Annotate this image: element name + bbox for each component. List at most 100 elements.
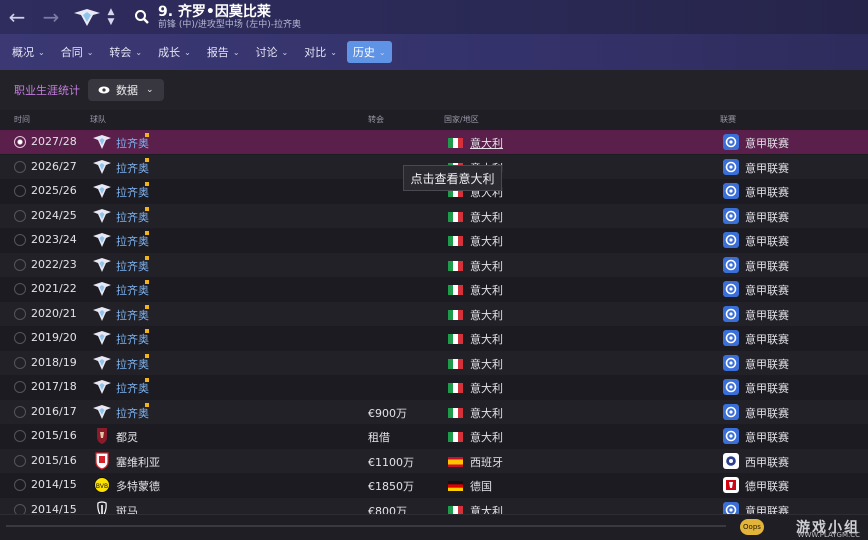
- league-link[interactable]: 意甲联赛: [745, 233, 789, 249]
- row-radio-button[interactable]: [14, 136, 26, 148]
- serie-a-icon[interactable]: [723, 501, 739, 514]
- league-link[interactable]: 意甲联赛: [745, 356, 789, 372]
- club-link[interactable]: 拉齐奥: [116, 380, 149, 396]
- sevilla-crest-icon[interactable]: [92, 451, 112, 470]
- column-team[interactable]: 球队: [90, 114, 106, 125]
- row-radio-button[interactable]: [14, 283, 26, 295]
- serie-a-icon[interactable]: [723, 379, 739, 395]
- torino-crest-icon[interactable]: [92, 427, 112, 445]
- juventus-crest-icon[interactable]: [92, 500, 112, 514]
- serie-a-icon[interactable]: [723, 403, 739, 420]
- country-link[interactable]: 意大利: [470, 356, 503, 372]
- country-link[interactable]: 意大利: [470, 258, 503, 274]
- league-link[interactable]: 意甲联赛: [745, 160, 789, 176]
- country-link[interactable]: 意大利: [470, 135, 503, 151]
- table-row[interactable]: 2015/16 都灵 租借 意大利 意甲联赛: [0, 424, 868, 448]
- row-radio-button[interactable]: [14, 160, 26, 173]
- row-radio-button[interactable]: [14, 405, 26, 418]
- country-link[interactable]: 德国: [470, 478, 492, 494]
- serie-a-icon[interactable]: [723, 330, 739, 346]
- club-link[interactable]: 拉齐奥: [116, 282, 149, 298]
- club-link[interactable]: 拉齐奥: [116, 135, 149, 151]
- table-row[interactable]: 2015/16 塞维利亚 €1100万 西班牙 西甲联赛: [0, 448, 868, 473]
- club-link[interactable]: 斑马: [116, 503, 138, 515]
- club-link[interactable]: 拉齐奥: [116, 184, 149, 200]
- club-link[interactable]: 拉齐奥: [116, 331, 149, 347]
- tab-5[interactable]: 讨论 ⌄: [250, 41, 295, 63]
- forward-arrow-icon[interactable]: →: [34, 0, 68, 34]
- league-link[interactable]: 意甲联赛: [745, 429, 789, 445]
- serie-a-icon[interactable]: [723, 207, 739, 224]
- row-radio-button[interactable]: [14, 185, 26, 197]
- club-link[interactable]: 拉齐奥: [116, 405, 149, 421]
- table-row[interactable]: 2024/25 拉齐奥 意大利 意甲联赛: [0, 203, 868, 228]
- league-link[interactable]: 意甲联赛: [745, 307, 789, 323]
- serie-a-icon[interactable]: [723, 305, 739, 322]
- row-radio-button[interactable]: [14, 307, 26, 320]
- serie-a-icon[interactable]: [723, 256, 739, 273]
- column-country[interactable]: 国家/地区: [444, 114, 479, 125]
- club-link[interactable]: 拉齐奥: [116, 209, 149, 225]
- country-link[interactable]: 意大利: [470, 282, 503, 298]
- country-link[interactable]: 意大利: [470, 233, 503, 249]
- lazio-crest-icon[interactable]: [92, 182, 112, 200]
- row-radio-button[interactable]: [14, 479, 26, 491]
- club-link[interactable]: 拉齐奥: [116, 356, 149, 372]
- lazio-crest-icon[interactable]: [92, 158, 112, 176]
- league-link[interactable]: 意甲联赛: [745, 503, 789, 515]
- table-row[interactable]: 2016/17 拉齐奥 €900万 意大利 意甲联赛: [0, 399, 868, 424]
- serie-a-icon[interactable]: [723, 134, 739, 150]
- club-link[interactable]: 塞维利亚: [116, 454, 160, 470]
- table-row[interactable]: 2027/28 拉齐奥 意大利 意甲联赛: [0, 130, 868, 154]
- table-row[interactable]: 2017/18 拉齐奥 意大利 意甲联赛: [0, 375, 868, 399]
- player-switch-icon[interactable]: ▲ ▼: [104, 7, 118, 27]
- tab-4[interactable]: 报告 ⌄: [201, 41, 246, 63]
- club-link[interactable]: 拉齐奥: [116, 233, 149, 249]
- league-link[interactable]: 意甲联赛: [745, 331, 789, 347]
- row-radio-button[interactable]: [14, 332, 26, 344]
- table-row[interactable]: 2020/21 拉齐奥 意大利 意甲联赛: [0, 301, 868, 326]
- club-link[interactable]: 拉齐奥: [116, 258, 149, 274]
- row-radio-button[interactable]: [14, 209, 26, 222]
- row-radio-button[interactable]: [14, 258, 26, 271]
- serie-a-icon[interactable]: [723, 232, 739, 248]
- league-link[interactable]: 意甲联赛: [745, 184, 789, 200]
- lazio-crest-icon[interactable]: [92, 133, 112, 151]
- country-link[interactable]: 西班牙: [470, 454, 503, 470]
- la-liga-icon[interactable]: [723, 452, 739, 469]
- table-row[interactable]: 2023/24 拉齐奥 意大利 意甲联赛: [0, 228, 868, 252]
- tab-1[interactable]: 合同 ⌄: [55, 41, 100, 63]
- lazio-crest-icon[interactable]: [92, 256, 112, 274]
- bundesliga-icon[interactable]: [723, 477, 739, 493]
- league-link[interactable]: 意甲联赛: [745, 209, 789, 225]
- dortmund-crest-icon[interactable]: BVB: [92, 476, 112, 494]
- horizontal-scrollbar[interactable]: [6, 525, 726, 527]
- row-radio-button[interactable]: [14, 234, 26, 246]
- row-radio-button[interactable]: [14, 430, 26, 442]
- league-link[interactable]: 意甲联赛: [745, 135, 789, 151]
- country-link[interactable]: 意大利: [470, 503, 503, 515]
- country-link[interactable]: 意大利: [470, 307, 503, 323]
- club-link[interactable]: 拉齐奥: [116, 307, 149, 323]
- league-link[interactable]: 意甲联赛: [745, 258, 789, 274]
- tab-7[interactable]: 历史 ⌄: [346, 41, 392, 63]
- tab-2[interactable]: 转会 ⌄: [103, 41, 148, 63]
- lazio-crest-icon[interactable]: [92, 280, 112, 298]
- league-link[interactable]: 德甲联赛: [745, 478, 789, 494]
- back-arrow-icon[interactable]: ←: [0, 0, 34, 34]
- lazio-crest-icon[interactable]: [92, 354, 112, 372]
- country-link[interactable]: 意大利: [470, 331, 503, 347]
- lazio-crest-icon[interactable]: [92, 329, 112, 347]
- league-link[interactable]: 意甲联赛: [745, 282, 789, 298]
- lazio-crest-icon[interactable]: [92, 403, 112, 421]
- serie-a-icon[interactable]: [723, 183, 739, 199]
- column-transfer[interactable]: 转会: [368, 114, 384, 125]
- lazio-crest-icon[interactable]: [92, 305, 112, 323]
- serie-a-icon[interactable]: [723, 158, 739, 175]
- tab-0[interactable]: 概况 ⌄: [6, 41, 51, 63]
- column-time[interactable]: 时间: [14, 114, 30, 125]
- row-radio-button[interactable]: [14, 503, 26, 514]
- row-radio-button[interactable]: [14, 454, 26, 467]
- country-link[interactable]: 意大利: [470, 405, 503, 421]
- league-link[interactable]: 意甲联赛: [745, 380, 789, 396]
